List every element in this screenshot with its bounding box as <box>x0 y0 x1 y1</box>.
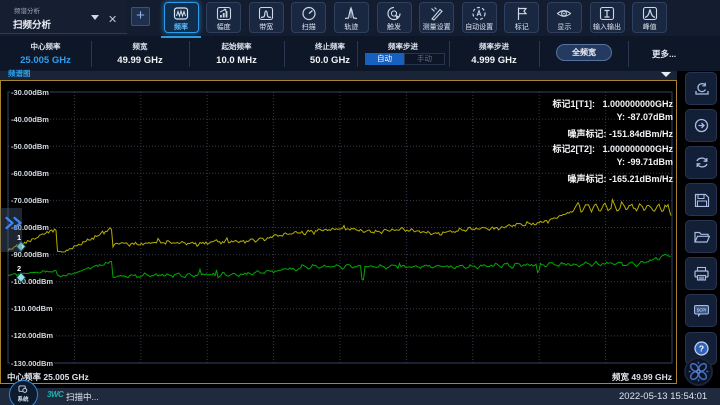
svg-text:SCPI: SCPI <box>696 308 706 313</box>
svg-text:?: ? <box>698 343 703 353</box>
